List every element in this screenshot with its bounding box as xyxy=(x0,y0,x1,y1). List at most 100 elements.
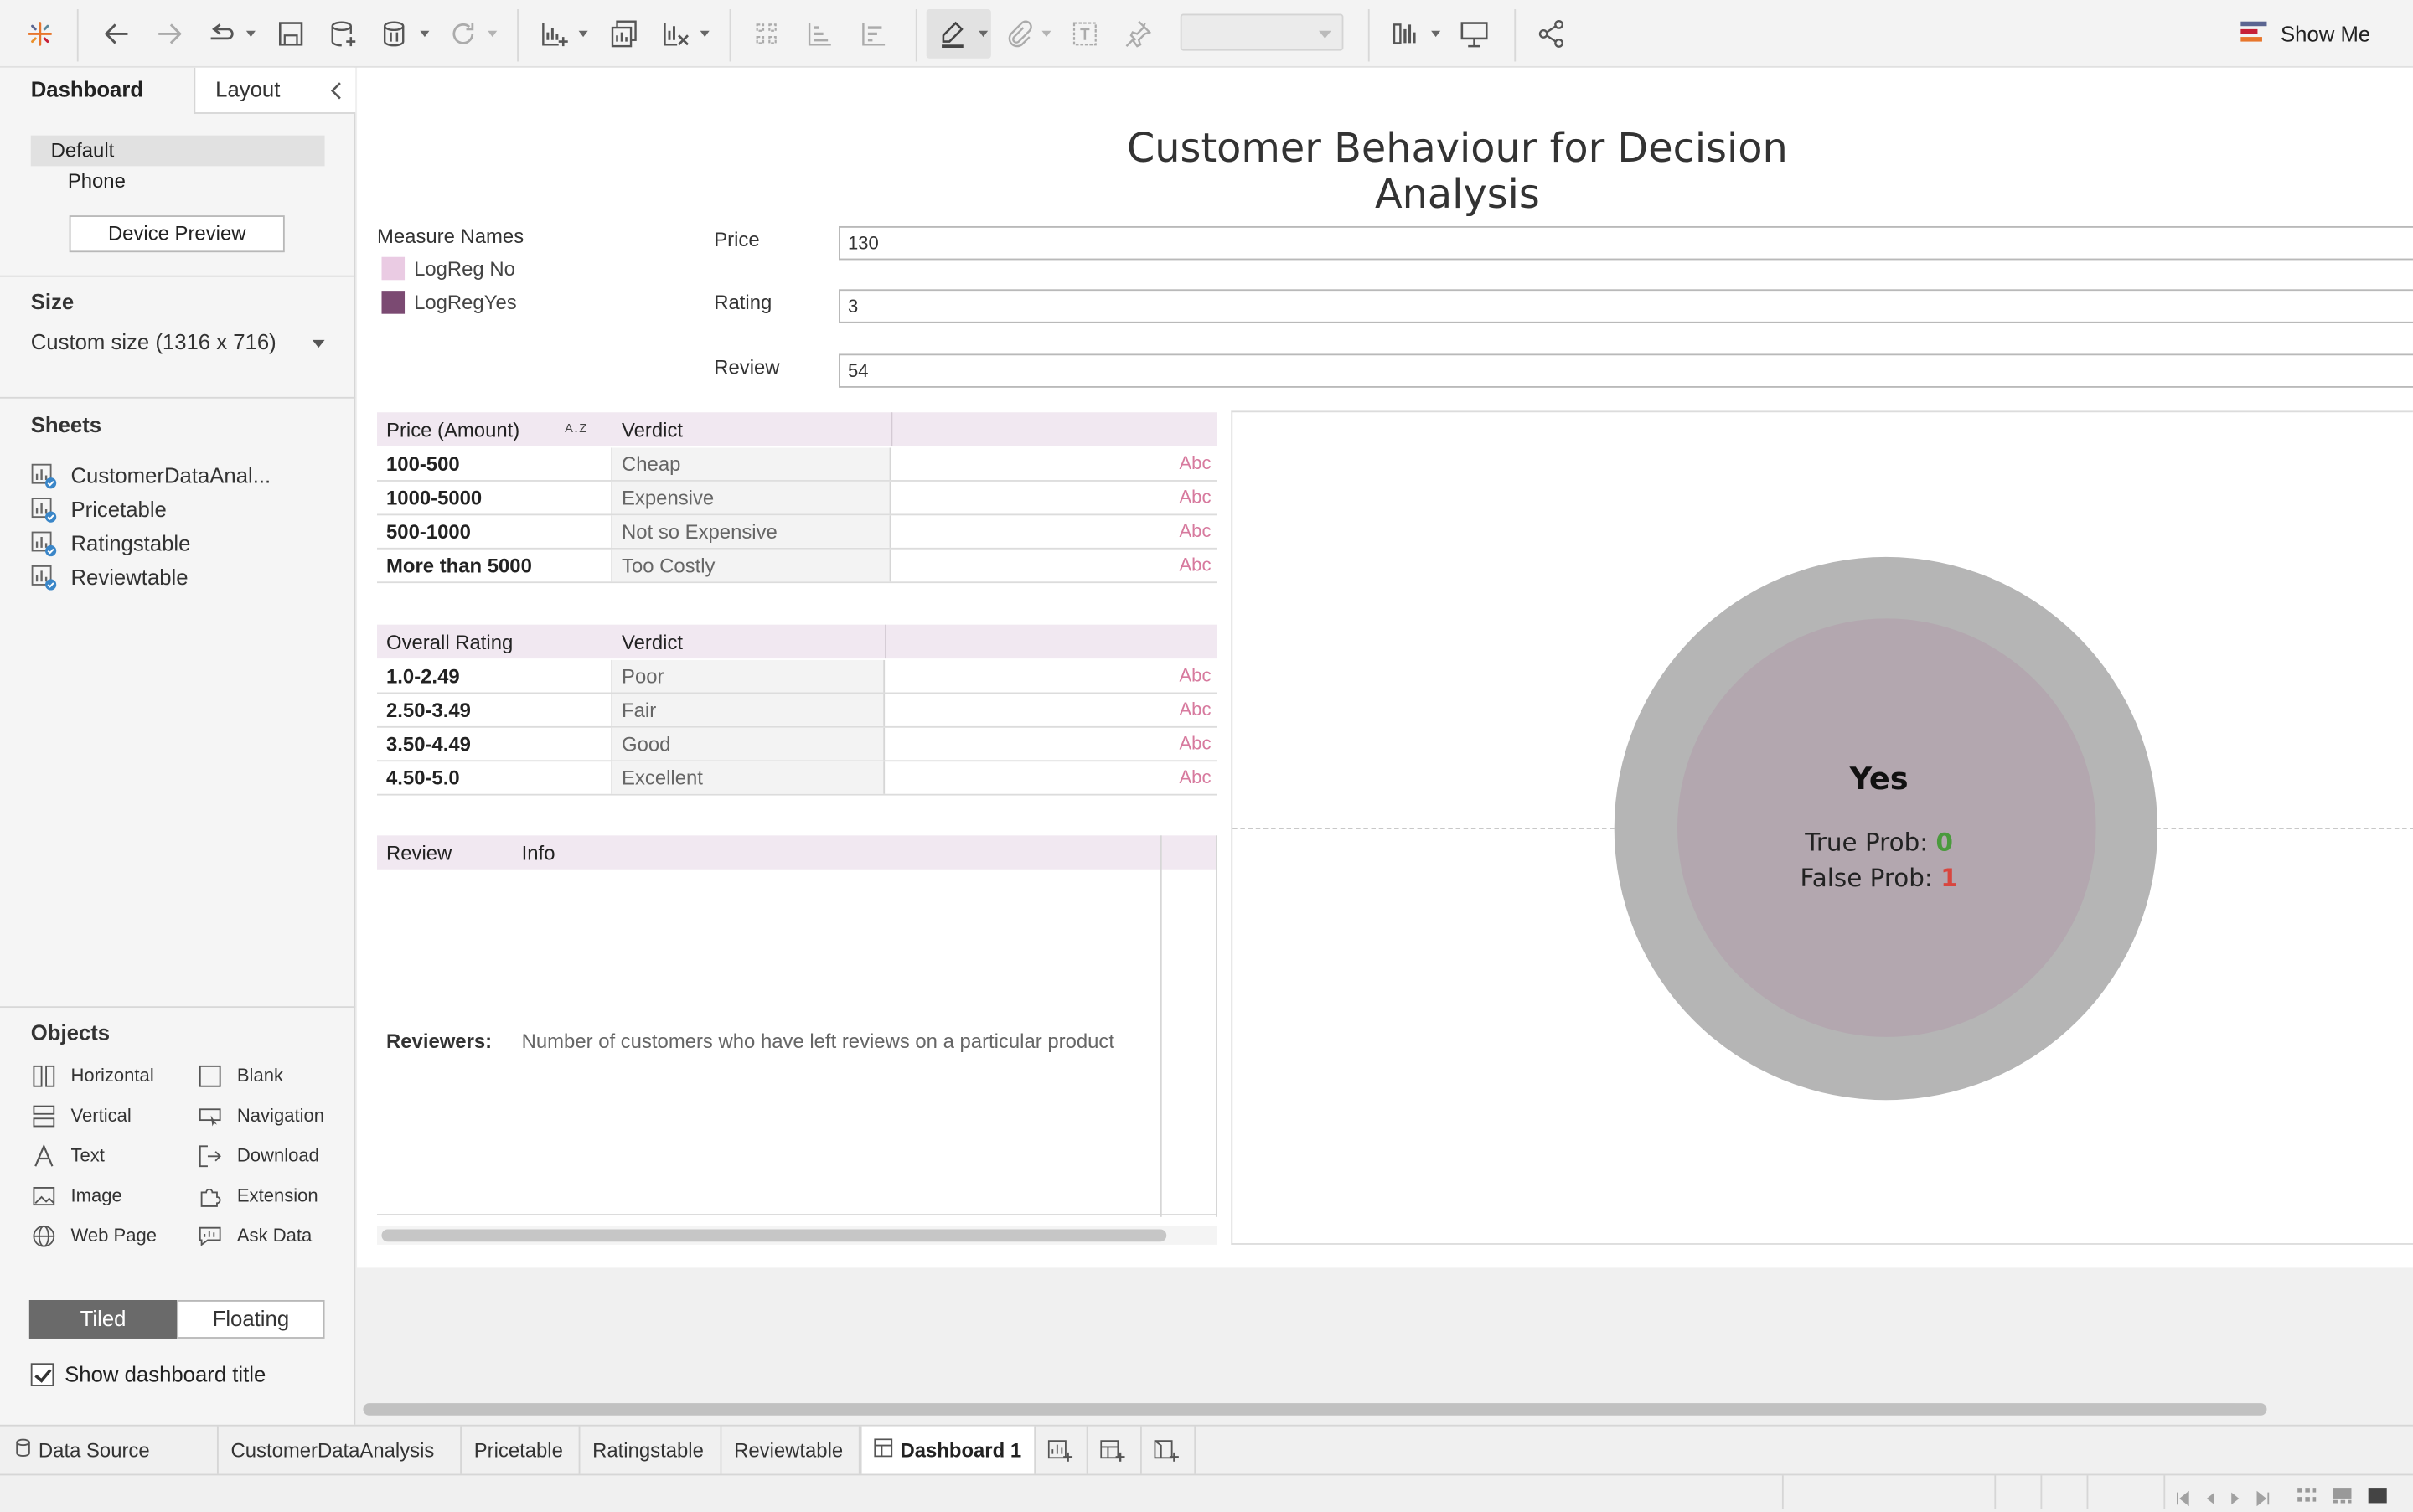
object-navigation[interactable]: Navigation xyxy=(197,1100,324,1131)
filmstrip-icon[interactable] xyxy=(2332,1482,2354,1511)
price-input[interactable]: 130 xyxy=(839,225,2413,261)
abc-mark[interactable]: Abc xyxy=(1179,520,1211,542)
object-ask-data[interactable]: Ask Data xyxy=(197,1220,312,1251)
size-dropdown[interactable]: Custom size (1316 x 716) xyxy=(31,329,327,360)
object-image[interactable]: Image xyxy=(31,1180,122,1211)
abc-mark[interactable]: Abc xyxy=(1179,664,1211,686)
show-me-button[interactable]: Show Me xyxy=(2240,15,2370,52)
sort-icon[interactable]: A↓Z xyxy=(565,421,586,436)
new-story-tab-icon[interactable] xyxy=(1142,1426,1196,1474)
abc-mark[interactable]: Abc xyxy=(1179,486,1211,508)
legend-item[interactable]: LogReg No xyxy=(381,256,515,281)
tab-reviewtable[interactable]: Reviewtable xyxy=(721,1426,860,1474)
price-amount-header[interactable]: Price (Amount) xyxy=(386,419,519,442)
abc-mark[interactable]: Abc xyxy=(1179,452,1211,474)
sort-ascending-icon[interactable] xyxy=(797,13,843,55)
prediction-viz[interactable]: Yes True Prob: 0 False Prob: 1 xyxy=(1231,410,2413,1245)
table-row[interactable]: 4.50-5.0 Excellent Abc xyxy=(376,761,1217,796)
rating-table[interactable]: Overall Rating Verdict 1.0-2.49 Poor Abc 2.… xyxy=(376,624,1217,796)
view-switcher[interactable] xyxy=(2296,1482,2388,1511)
table-row[interactable]: 1.0-2.49 Poor Abc xyxy=(376,659,1217,694)
tabs-view-icon[interactable] xyxy=(2367,1482,2389,1511)
object-text[interactable]: Text xyxy=(31,1140,105,1171)
text-icon[interactable] xyxy=(1062,13,1108,55)
checkbox[interactable] xyxy=(30,1362,54,1386)
abc-mark[interactable]: Abc xyxy=(1179,732,1211,754)
new-worksheet-tab-icon[interactable] xyxy=(1036,1426,1088,1474)
highlight-icon[interactable] xyxy=(929,13,989,55)
share-icon[interactable] xyxy=(1528,13,1574,55)
floating-button[interactable]: Floating xyxy=(177,1300,325,1339)
table-row[interactable]: 2.50-3.49 Fair Abc xyxy=(376,694,1217,728)
device-preview-button[interactable]: Device Preview xyxy=(69,215,285,253)
device-phone[interactable]: Phone xyxy=(68,166,126,197)
sheet-sorter-icon[interactable] xyxy=(2296,1482,2317,1511)
tableau-logo-icon[interactable] xyxy=(17,13,63,55)
sheet-item[interactable]: Reviewtable xyxy=(31,561,189,592)
new-worksheet-icon[interactable] xyxy=(531,13,588,55)
sheet-item[interactable]: CustomerDataAnal... xyxy=(31,460,271,491)
redo-icon[interactable] xyxy=(146,13,192,55)
abc-mark[interactable]: Abc xyxy=(1179,766,1211,788)
pause-auto-updates-icon[interactable] xyxy=(372,13,430,55)
annotate-icon[interactable] xyxy=(995,13,1051,55)
save-icon[interactable] xyxy=(268,13,314,55)
legend-item[interactable]: LogRegYes xyxy=(381,291,517,314)
fit-dropdown[interactable] xyxy=(1180,13,1344,51)
rating-input[interactable]: 3 xyxy=(839,289,2413,323)
presentation-icon[interactable] xyxy=(1451,13,1497,55)
object-horizontal[interactable]: Horizontal xyxy=(31,1060,154,1091)
table-row[interactable]: 100-500 Cheap Abc xyxy=(376,447,1217,482)
fit-icon[interactable] xyxy=(1383,13,1441,55)
object-extension[interactable]: Extension xyxy=(197,1180,318,1211)
show-title-label: Show dashboard title xyxy=(65,1361,266,1386)
tiled-button[interactable]: Tiled xyxy=(28,1300,178,1339)
new-data-source-icon[interactable] xyxy=(320,13,366,55)
object-web-page[interactable]: Web Page xyxy=(31,1220,157,1251)
tab-ratingstable[interactable]: Ratingstable xyxy=(580,1426,722,1474)
verdict-header[interactable]: Verdict xyxy=(622,419,683,442)
undo-icon[interactable] xyxy=(94,13,140,55)
show-dashboard-title-toggle[interactable]: Show dashboard title xyxy=(30,1361,266,1386)
object-download[interactable]: Download xyxy=(197,1140,319,1171)
sort-descending-icon[interactable] xyxy=(851,13,897,55)
swap-icon[interactable] xyxy=(743,13,789,55)
new-dashboard-tab-icon[interactable] xyxy=(1088,1426,1142,1474)
object-label: Ask Data xyxy=(236,1225,313,1246)
tab-dashboard-1[interactable]: Dashboard 1 xyxy=(860,1426,1036,1474)
canvas-scrollbar[interactable] xyxy=(357,1396,2413,1422)
clear-sheet-icon[interactable] xyxy=(653,13,710,55)
table-row[interactable]: 3.50-4.49 Good Abc xyxy=(376,727,1217,762)
verdict-cell: Not so Expensive xyxy=(622,519,778,544)
sheet-item[interactable]: Ratingstable xyxy=(31,528,190,559)
redo-all-icon[interactable] xyxy=(199,13,256,55)
device-default[interactable]: Default xyxy=(30,135,325,167)
abc-mark[interactable]: Abc xyxy=(1179,554,1211,575)
sheet-item[interactable]: Pricetable xyxy=(31,494,167,525)
table-header: Price (Amount) A↓Z Verdict xyxy=(376,412,1217,446)
info-header[interactable]: Info xyxy=(522,842,555,865)
database-icon xyxy=(15,1427,30,1474)
tab-customerdataanalysis[interactable]: CustomerDataAnalysis xyxy=(219,1426,462,1474)
price-table[interactable]: Price (Amount) A↓Z Verdict 100-500 Cheap A… xyxy=(376,412,1217,584)
duplicate-sheet-icon[interactable] xyxy=(602,13,648,55)
tab-data-source[interactable]: Data Source xyxy=(0,1426,219,1474)
collapse-panel-icon[interactable] xyxy=(326,79,348,101)
legend-label: LogRegYes xyxy=(414,291,517,314)
refresh-icon[interactable] xyxy=(440,13,498,55)
table-row[interactable]: More than 5000 Too Costly Abc xyxy=(376,549,1217,584)
table-row[interactable]: 1000-5000 Expensive Abc xyxy=(376,481,1217,516)
object-blank[interactable]: Blank xyxy=(197,1060,283,1091)
pin-icon[interactable] xyxy=(1114,13,1160,55)
table-row[interactable]: 500-1000 Not so Expensive Abc xyxy=(376,515,1217,550)
tab-dashboard[interactable]: Dashboard xyxy=(0,68,194,114)
review-input[interactable]: 54 xyxy=(839,353,2413,388)
review-table[interactable]: Review Info Reviewers: Number of custome… xyxy=(376,835,1217,1217)
object-vertical[interactable]: Vertical xyxy=(31,1100,132,1131)
review-table-scrollbar[interactable] xyxy=(376,1226,1217,1245)
review-header[interactable]: Review xyxy=(386,842,452,865)
abc-mark[interactable]: Abc xyxy=(1179,699,1211,720)
tab-pricetable[interactable]: Pricetable xyxy=(462,1426,581,1474)
verdict-header[interactable]: Verdict xyxy=(622,631,683,654)
overall-rating-header[interactable]: Overall Rating xyxy=(386,631,513,654)
